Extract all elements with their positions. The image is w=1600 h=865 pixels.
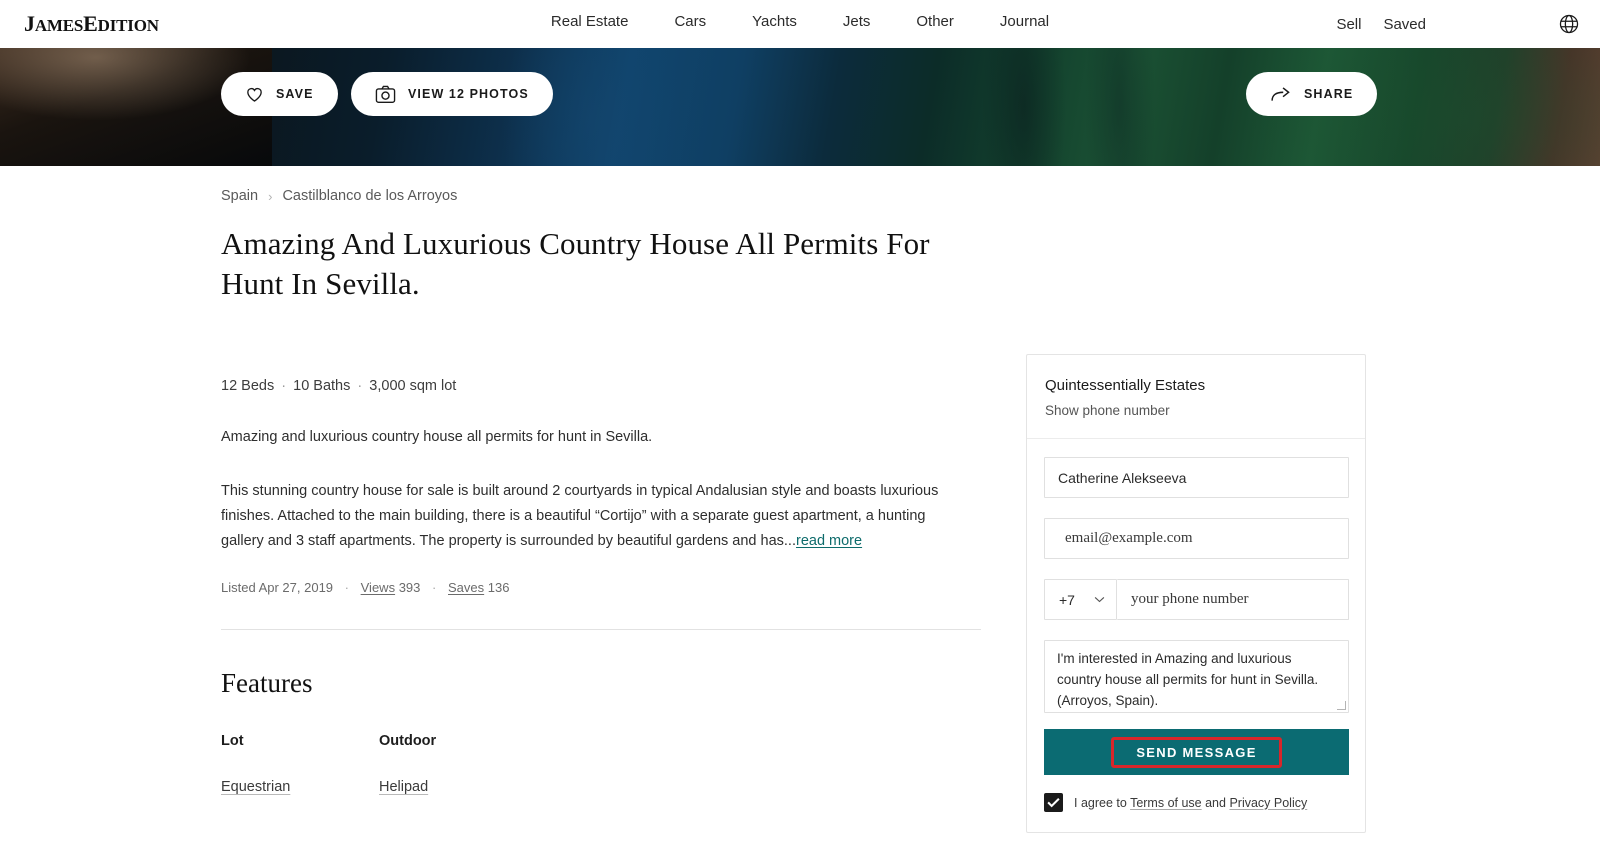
terms-agreement-text: I agree to Terms of use and Privacy Poli…: [1074, 796, 1307, 810]
spec-lot: 3,000 sqm lot: [369, 377, 457, 394]
site-logo-text: JAMESEDITION: [24, 11, 159, 36]
email-field-placeholder: email@example.com: [1065, 530, 1193, 546]
spec-beds: 12 Beds: [221, 377, 275, 394]
show-phone-number-button[interactable]: Show phone number: [1045, 403, 1347, 418]
agree-checkbox[interactable]: [1044, 793, 1063, 812]
privacy-policy-link[interactable]: Privacy Policy: [1229, 796, 1307, 810]
breadcrumb: Spain › Castilblanco de los Arroyos: [221, 188, 981, 204]
view-photos-button[interactable]: VIEW 12 PHOTOS: [351, 72, 553, 116]
main-nav: Real Estate Cars Yachts Jets Other Journ…: [551, 13, 1049, 30]
agency-name: Quintessentially Estates: [1045, 377, 1206, 394]
hero-gallery[interactable]: SAVE VIEW 12 PHOTOS SHARE: [0, 48, 1600, 166]
save-button[interactable]: SAVE: [221, 72, 338, 116]
section-divider: [221, 629, 981, 631]
chevron-right-icon: ›: [268, 188, 273, 204]
country-code-select[interactable]: +7: [1044, 579, 1117, 620]
description-body: This stunning country house for sale is …: [221, 479, 961, 554]
saves-value: 136: [487, 580, 510, 596]
feature-item-equestrian[interactable]: Equestrian: [221, 779, 379, 795]
name-field[interactable]: Catherine Alekseeva: [1044, 457, 1349, 498]
send-message-button[interactable]: SEND MESSAGE: [1044, 729, 1349, 775]
save-button-label: SAVE: [276, 87, 314, 101]
features-heading: Features: [221, 668, 313, 699]
chevron-down-icon: [1094, 596, 1105, 603]
email-field[interactable]: email@example.com: [1044, 518, 1349, 559]
nav-item-yachts[interactable]: Yachts: [752, 13, 797, 30]
sell-link[interactable]: Sell: [1336, 16, 1361, 33]
share-button-label: SHARE: [1304, 87, 1354, 101]
breadcrumb-city[interactable]: Castilblanco de los Arroyos: [282, 188, 457, 204]
listing-main-column: Spain › Castilblanco de los Arroyos Amaz…: [221, 188, 981, 795]
name-field-value: Catherine Alekseeva: [1058, 469, 1187, 486]
listed-date: Listed Apr 27, 2019: [221, 580, 334, 596]
nav-item-cars[interactable]: Cars: [674, 13, 706, 30]
terms-of-use-link[interactable]: Terms of use: [1130, 796, 1202, 810]
listing-page: Spain › Castilblanco de los Arroyos Amaz…: [0, 166, 1600, 833]
spec-separator: ·: [357, 377, 363, 394]
spec-separator: ·: [281, 377, 287, 394]
nav-item-jets[interactable]: Jets: [843, 13, 871, 30]
camera-icon: [375, 85, 396, 104]
listing-specs: 12 Beds · 10 Baths · 3,000 sqm lot: [221, 378, 981, 394]
page-title: Amazing And Luxurious Country House All …: [221, 226, 930, 301]
feature-item-helipad[interactable]: Helipad: [379, 779, 537, 795]
terms-agreement-row: I agree to Terms of use and Privacy Poli…: [1044, 793, 1348, 812]
feature-group-heading-lot: Lot: [221, 733, 244, 750]
contact-agent-card: Quintessentially Estates Show phone numb…: [1026, 354, 1366, 833]
phone-number-field[interactable]: your phone number: [1117, 579, 1349, 620]
feature-group-heading-outdoor: Outdoor: [379, 733, 437, 750]
contact-form: Catherine Alekseeva email@example.com +7…: [1027, 439, 1365, 832]
saved-link[interactable]: Saved: [1383, 16, 1426, 33]
phone-row: +7 your phone number: [1044, 579, 1349, 620]
listing-meta: Listed Apr 27, 2019 · Views 393 · Saves …: [221, 580, 981, 595]
view-photos-button-label: VIEW 12 PHOTOS: [408, 87, 529, 101]
meta-separator: ·: [344, 580, 349, 596]
header-actions: Sell Saved: [1336, 13, 1580, 35]
message-textarea-value: I'm interested in Amazing and luxurious …: [1057, 651, 1319, 708]
nav-item-real-estate[interactable]: Real Estate: [551, 13, 629, 30]
country-code-value: +7: [1059, 591, 1075, 608]
site-logo[interactable]: JAMESEDITION: [24, 11, 159, 37]
views-label: Views: [360, 580, 396, 596]
views-value: 393: [398, 580, 421, 596]
share-arrow-icon: [1270, 86, 1292, 102]
spec-baths: 10 Baths: [293, 377, 351, 394]
agree-middle: and: [1201, 795, 1230, 810]
meta-separator: ·: [432, 580, 437, 596]
site-header: JAMESEDITION Real Estate Cars Yachts Jet…: [0, 0, 1600, 48]
contact-card-header: Quintessentially Estates Show phone numb…: [1027, 355, 1365, 439]
agree-prefix: I agree to: [1074, 795, 1131, 810]
globe-icon[interactable]: [1558, 13, 1580, 35]
resize-grip-icon[interactable]: [1337, 701, 1346, 710]
features-grid: Lot Outdoor Equestrian Helipad: [221, 733, 981, 795]
read-more-link[interactable]: read more: [796, 533, 862, 549]
nav-item-journal[interactable]: Journal: [1000, 13, 1049, 30]
message-textarea[interactable]: I'm interested in Amazing and luxurious …: [1044, 640, 1349, 713]
share-button[interactable]: SHARE: [1246, 72, 1378, 116]
saves-label: Saves: [448, 580, 485, 596]
nav-item-other[interactable]: Other: [916, 13, 954, 30]
breadcrumb-country[interactable]: Spain: [221, 188, 258, 204]
heart-icon: [245, 85, 264, 104]
description-lead: Amazing and luxurious country house all …: [221, 428, 653, 445]
phone-field-placeholder: your phone number: [1131, 591, 1249, 607]
send-message-button-label: SEND MESSAGE: [1111, 736, 1282, 768]
